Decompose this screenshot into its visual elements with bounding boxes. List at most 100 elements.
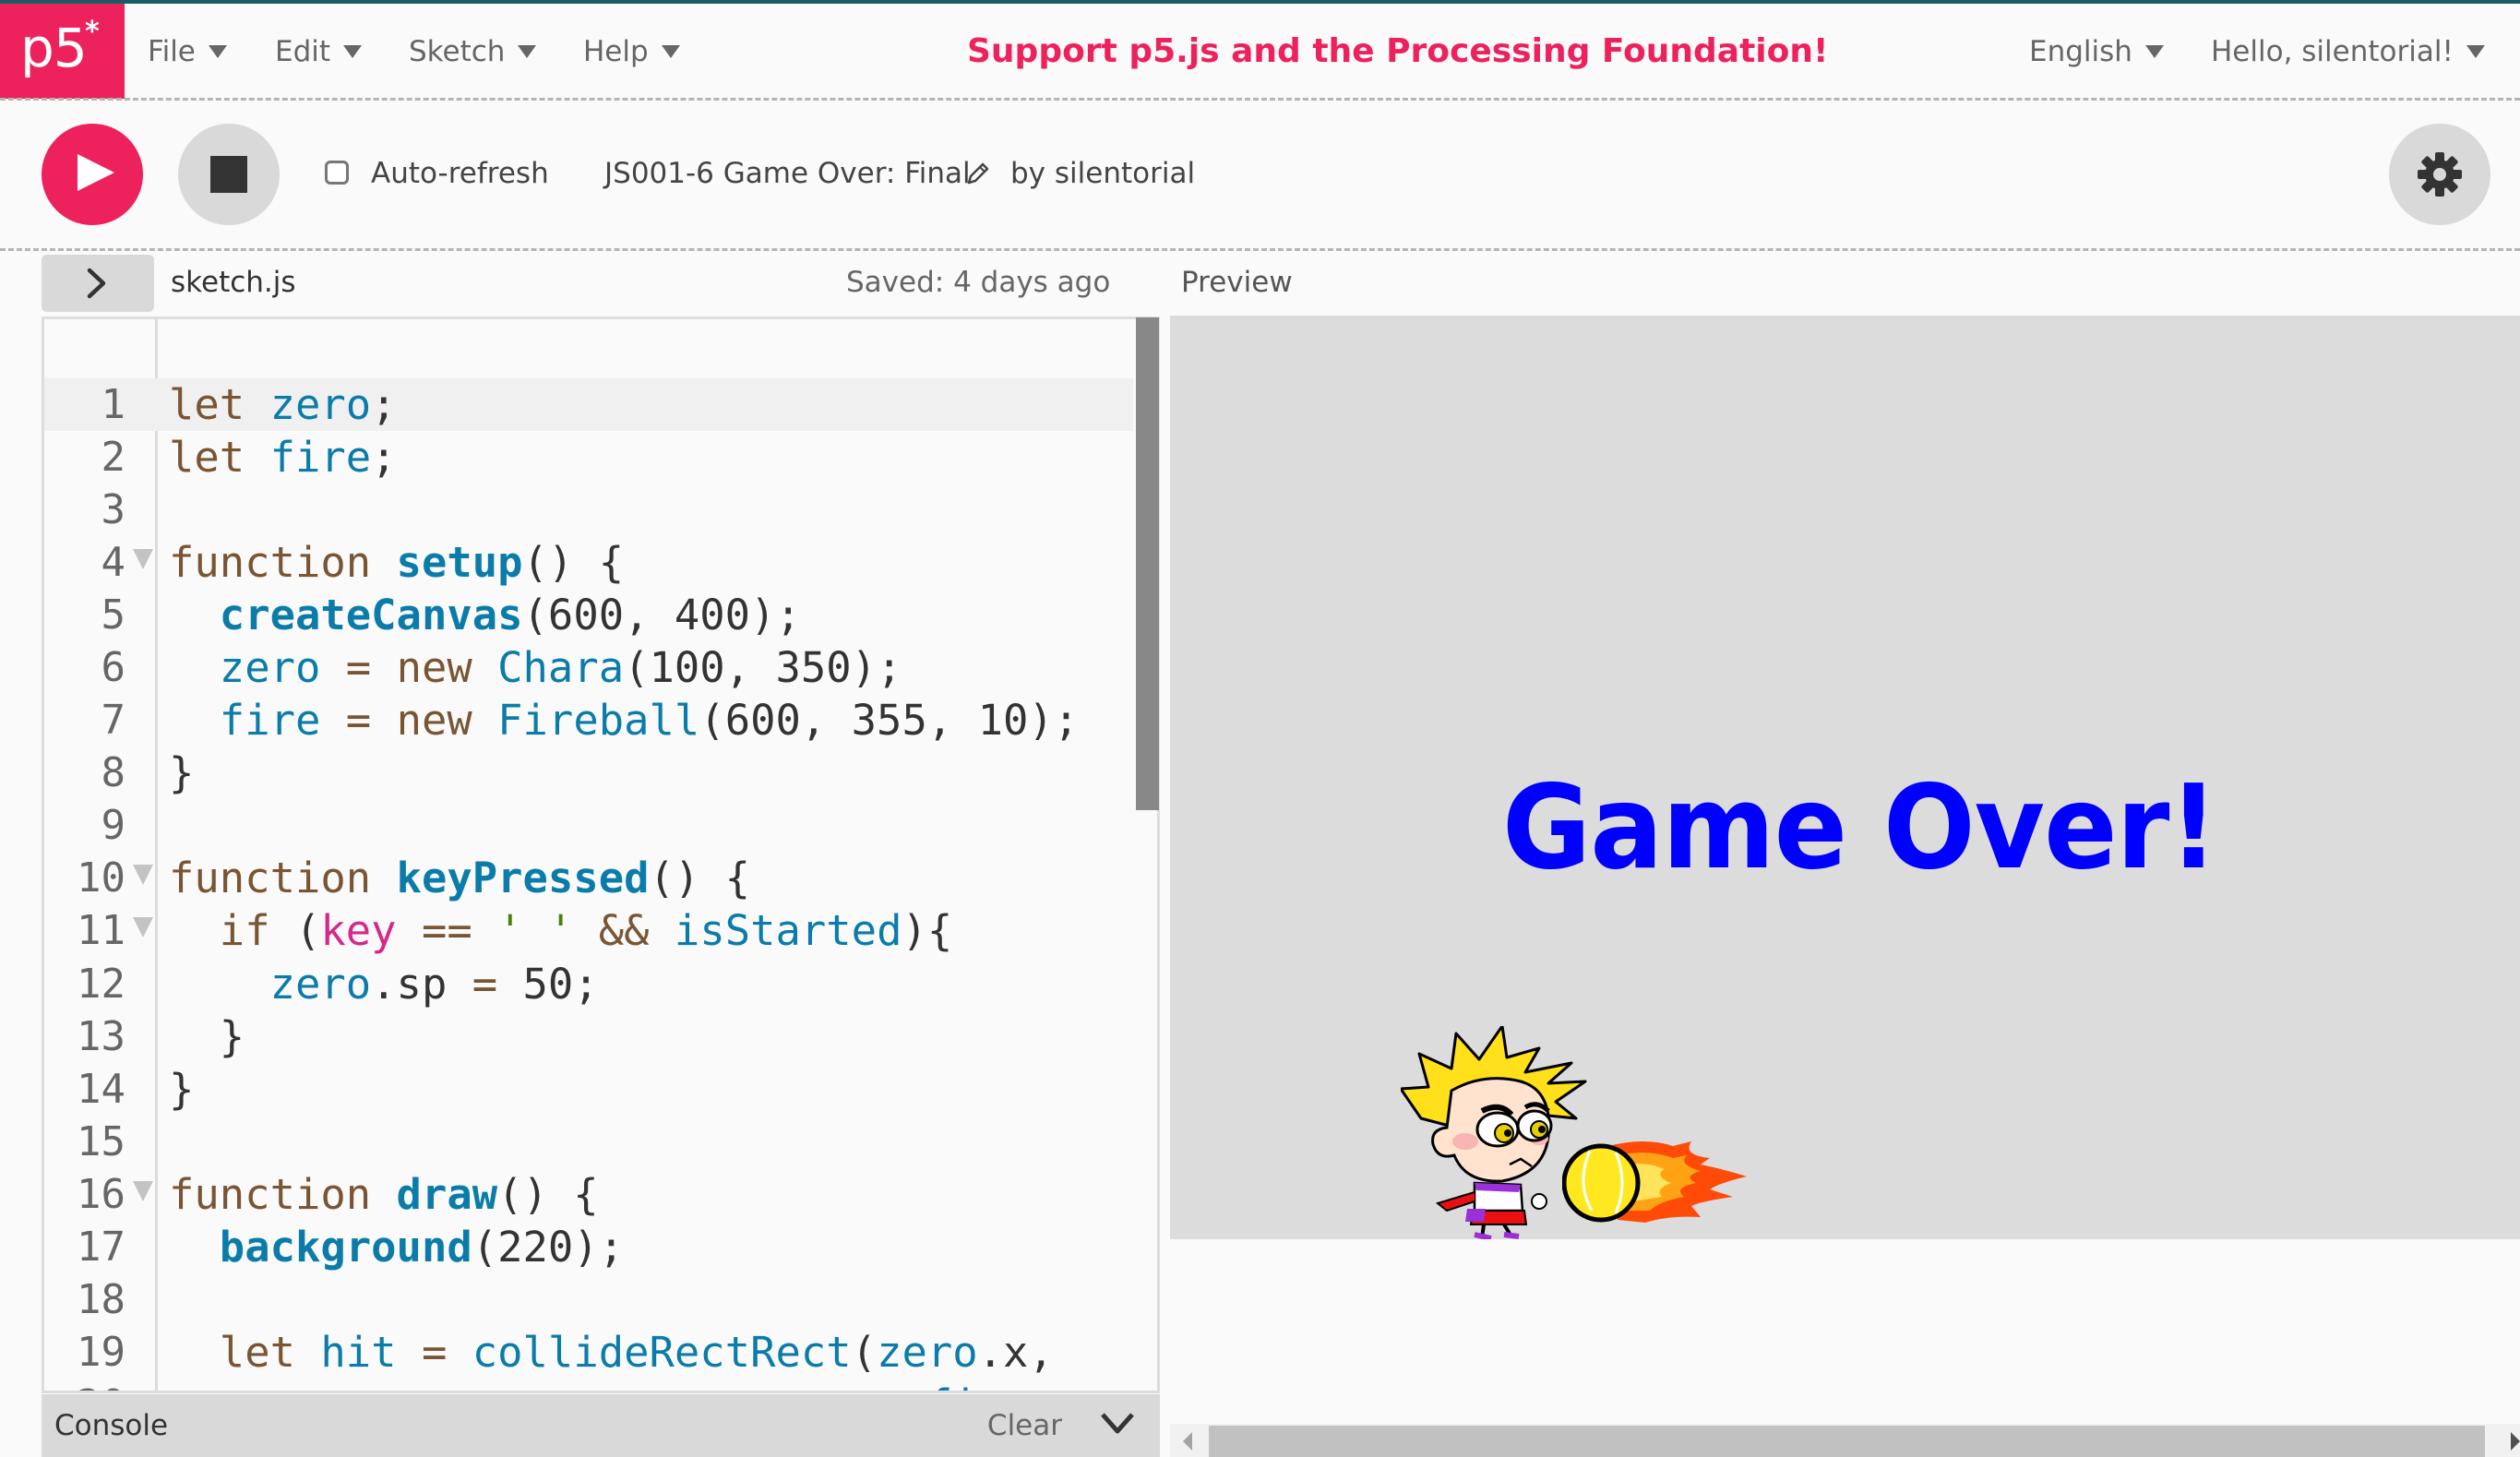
code-line[interactable]: 10 function keyPressed() { [44,852,1133,904]
scroll-right-arrow-icon[interactable] [2511,1432,2520,1451]
code-line[interactable]: 2 let fire; [44,431,1133,484]
code-text: zero = new Chara(100, 350); [219,643,902,693]
line-number: 15 [77,1117,125,1165]
code-text: } [169,748,195,798]
auto-refresh-checkbox[interactable] [325,161,349,185]
code-line[interactable]: 6 zero = new Chara(100, 350); [44,641,1133,694]
sketch-title[interactable]: JS001-6 Game Over: Final [604,149,971,197]
chevron-right-icon [87,268,106,299]
caret-down-icon [2466,44,2485,58]
line-number: 5 [101,591,126,639]
fold-arrow-icon[interactable] [133,865,153,886]
language-menu[interactable]: English [2029,28,2164,76]
code-line[interactable]: 11 if (key == ' ' && isStarted){ [44,904,1133,957]
code-text: let fire; [169,433,397,483]
menu-edit[interactable]: Edit [275,28,363,76]
menu-label: Help [583,35,649,68]
console-label: Console [54,1409,169,1442]
settings-button[interactable] [2389,124,2490,225]
line-number: 18 [77,1275,125,1323]
user-menu[interactable]: Hello, silentorial! [2211,28,2485,76]
line-number: 10 [77,854,125,902]
fold-arrow-icon[interactable] [133,917,153,938]
code-line[interactable]: 13 } [44,1010,1133,1063]
support-link[interactable]: Support p5.js and the Processing Foundat… [967,26,1828,78]
logo-asterisk: * [85,16,100,48]
code-line[interactable]: 20 zero.y, fire [44,1379,1133,1391]
editor-scrollbar-thumb[interactable] [1136,317,1159,810]
code-line[interactable]: 8} [44,746,1133,799]
menu-label: File [148,35,196,68]
line-number: 20 [44,1379,125,1391]
code-text: createCanvas(600, 400); [219,591,801,640]
console-bar[interactable]: Console Clear [42,1394,1160,1457]
code-text: let hit = collideRectRect(zero.x, [219,1327,1054,1377]
line-number: 13 [77,1012,125,1060]
fold-arrow-icon[interactable] [133,1180,153,1201]
fold-arrow-icon[interactable] [133,549,153,570]
file-tab-sketch-js[interactable]: sketch.js [171,258,296,306]
stop-button[interactable] [178,124,280,225]
caret-down-icon [518,44,537,58]
line-number: 1 [101,381,126,428]
menu-sketch[interactable]: Sketch [409,28,537,76]
code-editor[interactable]: 1 let zero; 2 let fire; 3 4 function setup() {… [42,316,1160,1393]
preview-horizontal-scrollbar[interactable] [1170,1424,2520,1457]
scroll-left-arrow-icon[interactable] [1183,1432,1192,1451]
game-over-text: Game Over! [1502,759,2218,895]
code-line[interactable]: 17 background(220); [44,1221,1133,1273]
code-line[interactable]: 16 function draw() { [44,1168,1133,1221]
chevron-down-icon[interactable] [1099,1409,1136,1437]
menu-label: Sketch [409,35,506,68]
line-number: 16 [77,1170,125,1218]
code-line[interactable]: 18 [44,1273,1133,1326]
code-line[interactable]: 1 let zero; [44,378,1133,432]
line-number: 11 [77,907,125,955]
play-button[interactable] [42,124,143,225]
code-text: } [169,1064,195,1114]
code-line[interactable]: 12 zero.sp = 50; [44,958,1133,1010]
play-icon [78,154,114,191]
stop-icon [210,156,247,193]
p5-logo[interactable]: p5 * [0,4,125,99]
preview-canvas[interactable]: Game Over! [1170,316,2520,1239]
line-number: 4 [101,539,126,587]
code-text: } [169,1011,245,1061]
menu-label: Edit [275,35,331,68]
preview-scrollbar-thumb[interactable] [1209,1426,2485,1457]
code-lines[interactable]: 1 let zero; 2 let fire; 3 4 function setup() {… [44,378,1133,1391]
user-greeting: Hello, silentorial! [2211,35,2454,68]
code-text: if (key == ' ' && isStarted){ [219,906,953,956]
line-number: 17 [77,1223,125,1271]
code-line[interactable]: 9 [44,799,1133,852]
line-number: 3 [101,486,126,534]
auto-refresh-label[interactable]: Auto-refresh [371,149,549,197]
code-line[interactable]: 15 [44,1116,1133,1168]
toolbar-divider [0,248,2520,251]
sidebar-toggle-button[interactable] [42,255,154,312]
menu-help[interactable]: Help [583,28,680,76]
code-line[interactable]: 5 createCanvas(600, 400); [44,589,1133,641]
code-text: zero.y, fire [169,1379,1029,1391]
code-text: function setup() { [169,538,625,588]
code-line[interactable]: 19 let hit = collideRectRect(zero.x, [44,1326,1133,1379]
line-number: 6 [101,644,126,692]
code-line[interactable]: 14} [44,1063,1133,1116]
language-label: English [2029,35,2132,68]
code-text: function keyPressed() { [169,854,751,903]
line-number: 9 [101,802,126,850]
line-number: 8 [101,749,126,797]
saved-status: Saved: 4 days ago [846,266,1111,299]
console-clear-button[interactable]: Clear [987,1403,1062,1448]
code-line[interactable]: 7 fire = new Fireball(600, 355, 10); [44,694,1133,746]
menu-file[interactable]: File [148,28,227,76]
caret-down-icon [2144,44,2164,58]
code-text: zero.sp = 50; [269,959,599,1009]
code-text: function draw() { [169,1169,599,1219]
code-line[interactable]: 3 [44,484,1133,536]
top-accent-bar [0,0,2520,4]
line-number: 12 [77,960,125,1008]
sketch-author[interactable]: by silentorial [1010,149,1195,197]
code-line[interactable]: 4 function setup() { [44,536,1133,589]
pencil-icon[interactable] [965,161,991,190]
